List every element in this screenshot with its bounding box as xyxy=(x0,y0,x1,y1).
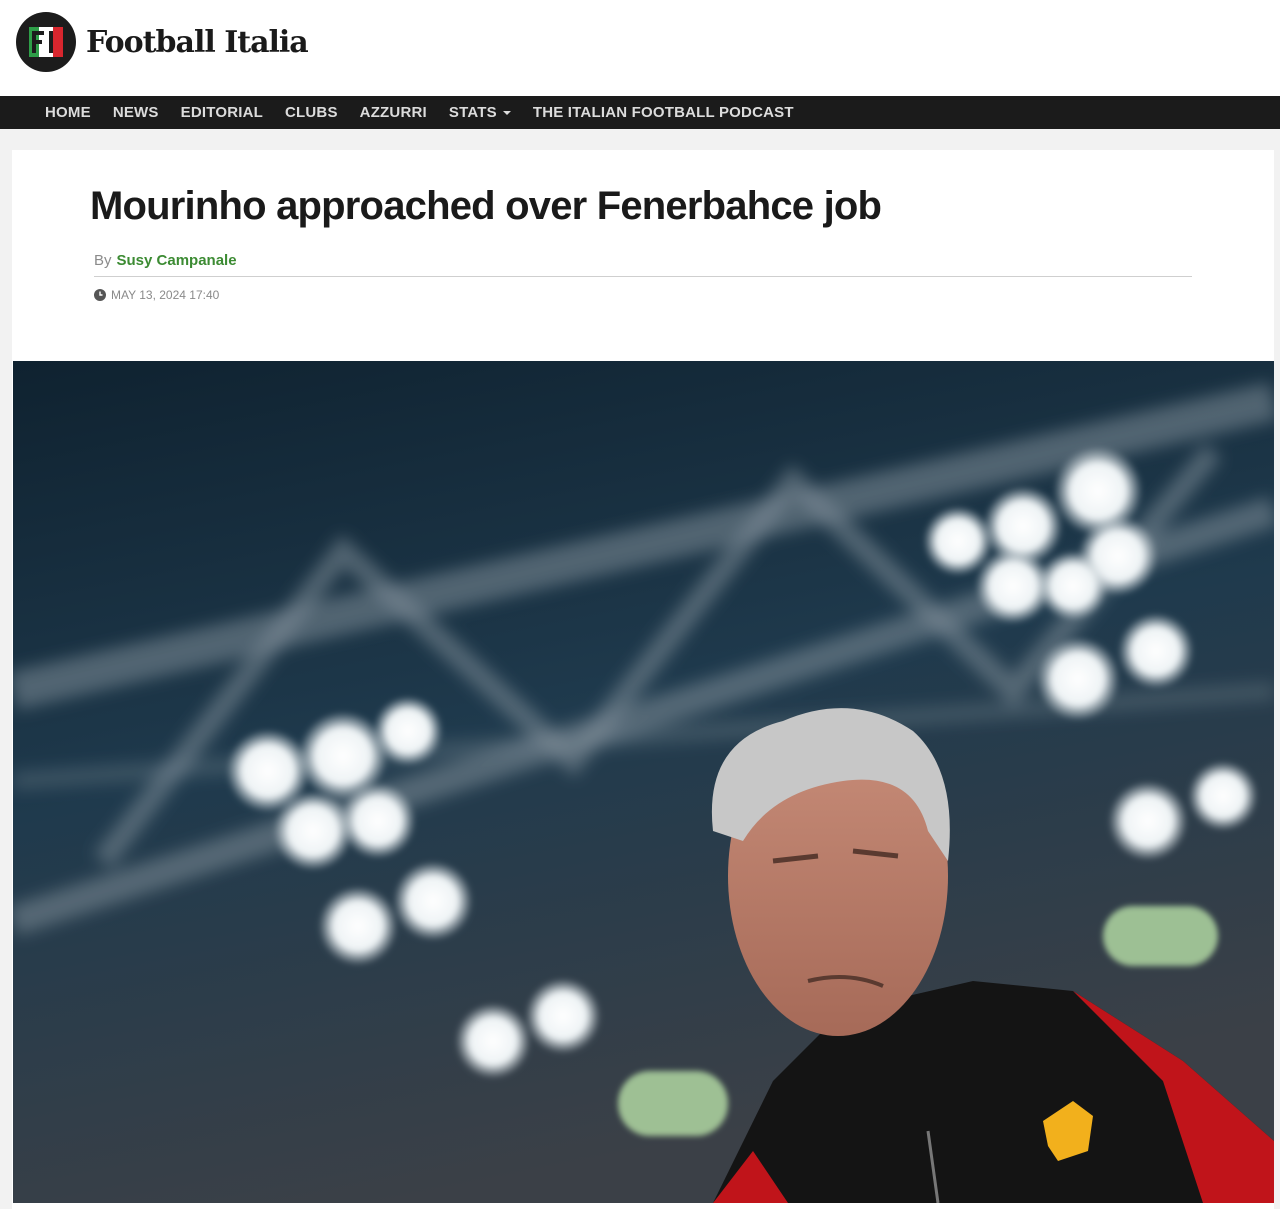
publish-date: MAY 13, 2024 17:40 xyxy=(94,288,219,302)
nav-item-azzurri[interactable]: AZZURRI xyxy=(349,104,438,121)
photo-icon xyxy=(13,361,1274,1203)
author-link[interactable]: Susy Campanale xyxy=(117,252,237,269)
byline: By Susy Campanale xyxy=(94,252,237,269)
divider xyxy=(94,276,1192,277)
chevron-down-icon xyxy=(502,110,511,115)
site-name: Football Italia xyxy=(86,24,309,60)
nav-item-stats-label: STATS xyxy=(448,104,497,121)
article-card: Mourinho approached over Fenerbahce job … xyxy=(12,150,1274,1209)
logo-badge-icon xyxy=(16,12,76,72)
nav-item-editorial[interactable]: EDITORIAL xyxy=(170,104,274,121)
nav-item-clubs[interactable]: CLUBS xyxy=(274,104,349,121)
nav-item-stats[interactable]: STATS xyxy=(438,104,522,121)
fi-monogram-icon xyxy=(29,27,63,57)
publish-date-text: MAY 13, 2024 17:40 xyxy=(111,288,220,302)
site-logo-link[interactable]: Football Italia xyxy=(16,12,309,72)
byline-prefix: By xyxy=(94,252,112,269)
nav-item-home[interactable]: HOME xyxy=(34,104,102,121)
site-header: Football Italia xyxy=(0,0,1280,96)
clock-icon xyxy=(94,289,106,301)
nav-item-podcast[interactable]: THE ITALIAN FOOTBALL PODCAST xyxy=(522,104,805,121)
hero-image xyxy=(13,361,1274,1203)
main-nav: HOME NEWS EDITORIAL CLUBS AZZURRI STATS … xyxy=(0,96,1280,129)
nav-item-news[interactable]: NEWS xyxy=(102,104,170,121)
article-headline: Mourinho approached over Fenerbahce job xyxy=(90,184,882,228)
